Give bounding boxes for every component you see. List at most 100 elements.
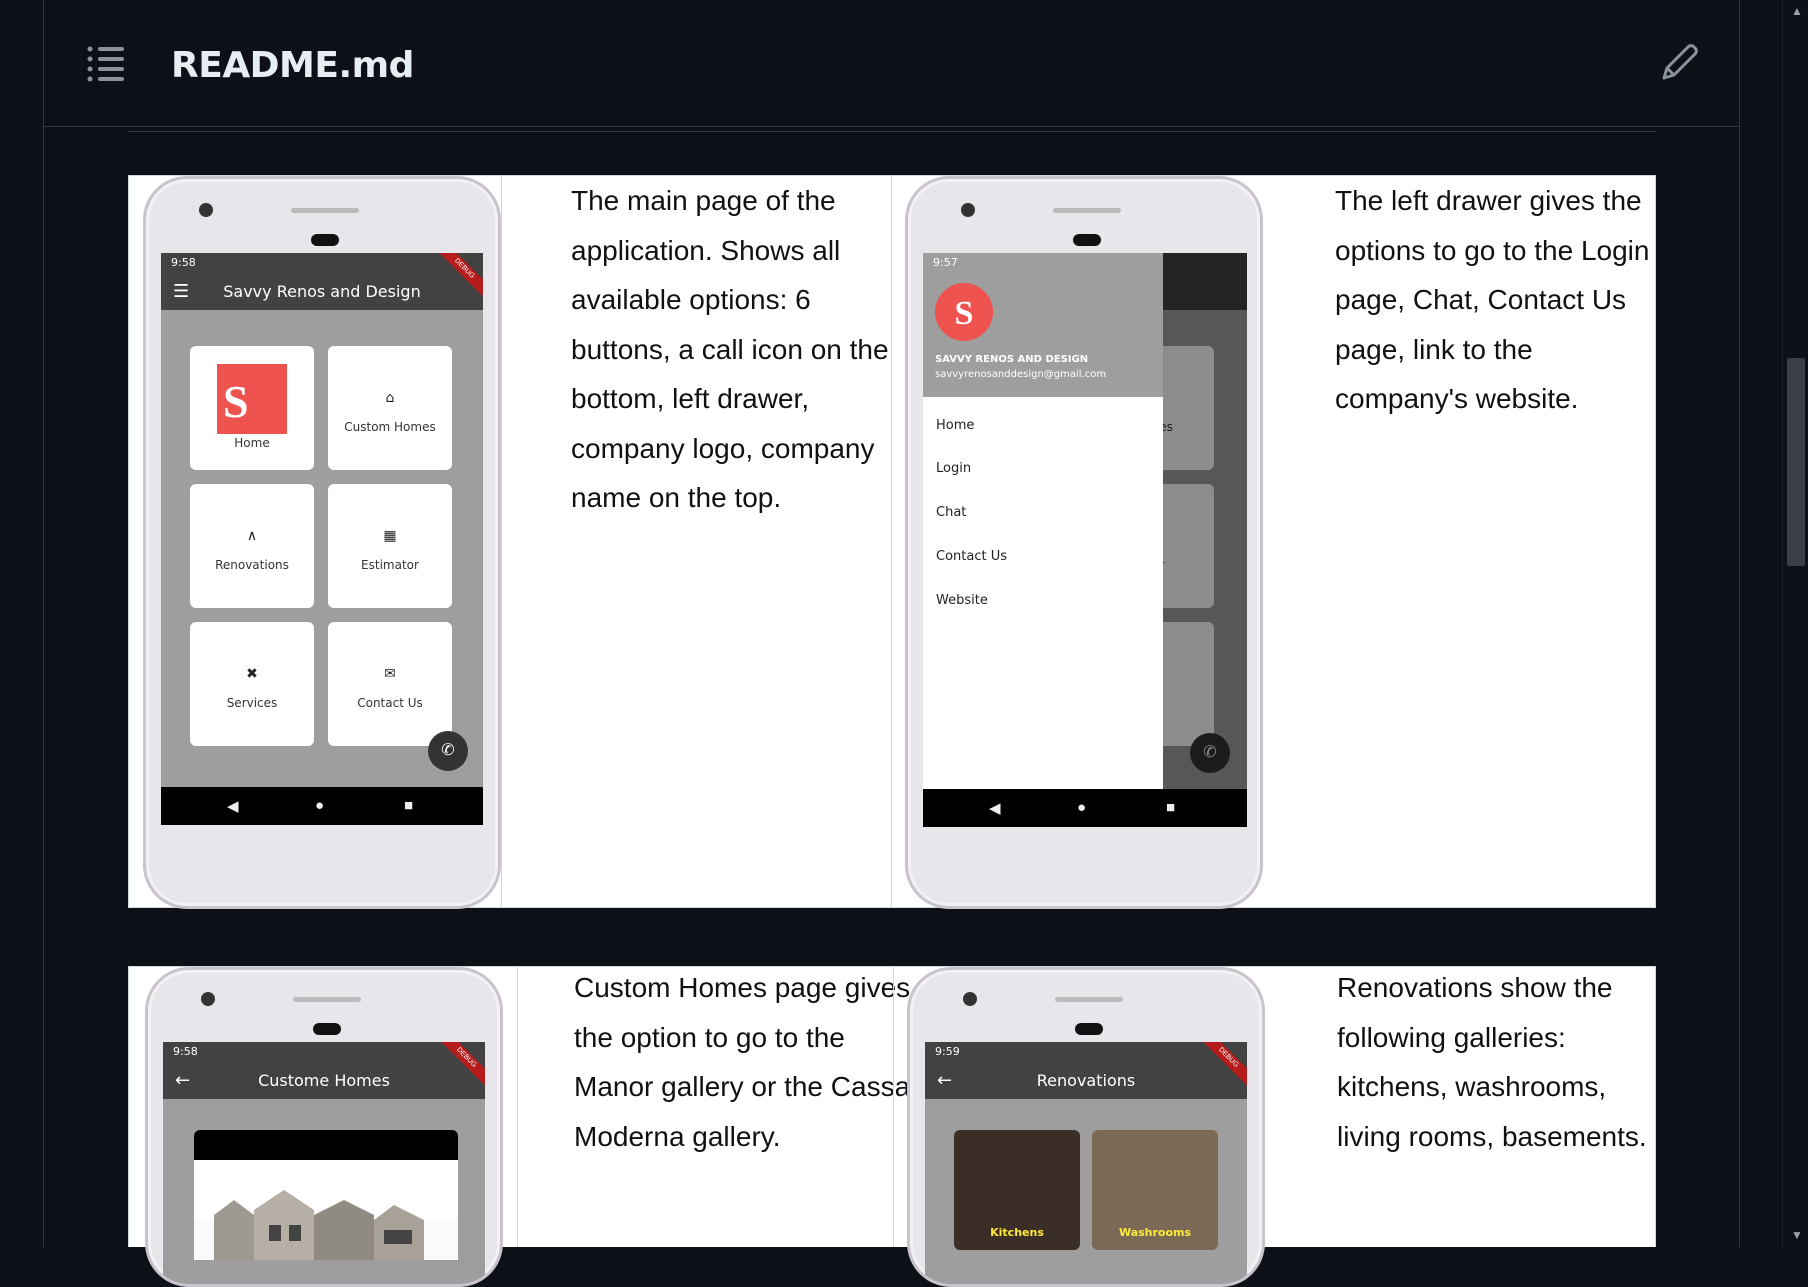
home-icon[interactable]: ● — [315, 797, 324, 814]
gallery-card-kitchens[interactable]: Kitchens — [954, 1130, 1080, 1250]
tile-label: Home — [234, 436, 270, 450]
cell-divider — [891, 176, 892, 907]
edit-file-button[interactable] — [1654, 38, 1704, 88]
status-time: 9:57 — [933, 256, 958, 269]
status-bar: 9:58 — [161, 253, 483, 273]
compass-icon: ∧ — [246, 528, 258, 544]
file-title: README.md — [171, 45, 414, 86]
page-scrollbar[interactable]: ▲ ▼ — [1782, 0, 1808, 1247]
description-drawer: The left drawer gives the options to go … — [1335, 185, 1650, 414]
phone-screen: 9:58 ← Custome Homes DEBUG — [163, 1042, 485, 1284]
pencil-icon — [1662, 44, 1698, 80]
tile-renovations[interactable]: ∧ Renovations — [190, 484, 314, 608]
gallery-label: Washrooms — [1118, 1226, 1192, 1239]
back-arrow-icon[interactable]: ← — [937, 1062, 952, 1099]
speaker — [291, 208, 359, 213]
call-button[interactable]: ✆ — [428, 731, 468, 771]
phone-mockup-renovations: 9:59 ← Renovations DEBUG Kitchens Washro… — [907, 967, 1265, 1287]
speaker — [293, 997, 361, 1002]
company-logo: S — [217, 364, 287, 434]
description-custom-homes: Custom Homes page gives the option to go… — [574, 972, 911, 1152]
house-photo — [194, 1160, 458, 1260]
table-of-contents-button[interactable] — [86, 44, 126, 84]
home-icon[interactable]: ● — [1077, 799, 1086, 816]
back-icon[interactable]: ◀ — [227, 797, 239, 815]
company-logo: S — [935, 283, 993, 341]
menu-icon[interactable]: ☰ — [173, 273, 189, 310]
house-icon: ⌂ — [385, 390, 395, 406]
drawer-email: savvyrenosanddesign@gmail.com — [935, 369, 1107, 380]
cell-divider — [893, 967, 894, 1247]
tile-label: Renovations — [215, 558, 289, 572]
tile-label: Contact Us — [357, 696, 423, 710]
tile-label: Estimator — [361, 558, 419, 572]
tile-label: Custom Homes — [344, 420, 436, 434]
speaker — [1055, 997, 1123, 1002]
house-illustration — [194, 1190, 458, 1260]
camera — [201, 992, 215, 1006]
tile-home[interactable]: S Home — [190, 346, 314, 470]
screenshot-table-row: 9:58 ← Custome Homes DEBUG Custom Homes … — [128, 966, 1656, 1287]
back-icon[interactable]: ◀ — [989, 799, 1001, 817]
camera — [961, 203, 975, 217]
mail-icon: ✉ — [384, 666, 396, 682]
android-nav-bar: ◀ ● ■ — [161, 787, 483, 825]
divider — [128, 131, 1656, 132]
cell-divider — [501, 176, 502, 907]
gallery-card-manor[interactable] — [194, 1130, 458, 1260]
recents-icon[interactable]: ■ — [1166, 799, 1175, 816]
cell-divider — [517, 967, 518, 1247]
status-bar: 9:58 — [163, 1042, 485, 1062]
screenshot-table-row: 9:58 ☰ Savvy Renos and Design DEBUG S Ho… — [128, 175, 1656, 909]
earpiece — [313, 1023, 341, 1035]
phone-mockup-drawer: Homes ator t Us ✆ 9:57 S SAVVY RENOS AND… — [905, 176, 1263, 909]
app-bar: ← Renovations — [925, 1062, 1247, 1099]
phone-screen: 9:58 ☰ Savvy Renos and Design DEBUG S Ho… — [161, 253, 483, 825]
earpiece — [1075, 1023, 1103, 1035]
tile-services[interactable]: ✖ Services — [190, 622, 314, 746]
back-arrow-icon[interactable]: ← — [175, 1062, 190, 1099]
navigation-drawer: 9:57 S SAVVY RENOS AND DESIGN savvyrenos… — [923, 253, 1163, 827]
app-title: Custome Homes — [258, 1071, 390, 1090]
readme-panel: README.md 9:58 ☰ Savvy Renos and Design … — [43, 0, 1740, 1287]
drawer-item-chat[interactable]: Chat — [936, 505, 966, 520]
earpiece — [1073, 234, 1101, 246]
scroll-thumb[interactable] — [1787, 358, 1805, 566]
calculator-icon: ▦ — [383, 528, 397, 544]
drawer-company-name: SAVVY RENOS AND DESIGN — [935, 354, 1089, 365]
drawer-item-contact-us[interactable]: Contact Us — [936, 549, 1007, 564]
scroll-down-icon[interactable]: ▼ — [1791, 1228, 1803, 1242]
phone-icon: ✆ — [441, 742, 455, 759]
drawer-header: 9:57 S SAVVY RENOS AND DESIGN savvyrenos… — [923, 253, 1163, 397]
list-icon — [87, 46, 124, 82]
tools-icon: ✖ — [246, 666, 258, 682]
drawer-item-website[interactable]: Website — [936, 593, 988, 608]
tile-custom-homes[interactable]: ⌂ Custom Homes — [328, 346, 452, 470]
app-title: Savvy Renos and Design — [223, 282, 421, 301]
phone-mockup-main-page: 9:58 ☰ Savvy Renos and Design DEBUG S Ho… — [143, 176, 501, 909]
earpiece — [311, 234, 339, 246]
tile-estimator[interactable]: ▦ Estimator — [328, 484, 452, 608]
gallery-card-washrooms[interactable]: Washrooms — [1092, 1130, 1218, 1250]
gallery-label: Kitchens — [990, 1226, 1044, 1239]
phone-mockup-custom-homes: 9:58 ← Custome Homes DEBUG — [145, 967, 503, 1287]
app-bar: ← Custome Homes — [163, 1062, 485, 1099]
description-main-page: The main page of the application. Shows … — [571, 185, 889, 513]
app-title: Renovations — [1036, 1071, 1136, 1090]
tile-label: Services — [226, 696, 278, 710]
phone-screen: Homes ator t Us ✆ 9:57 S SAVVY RENOS AND… — [923, 253, 1247, 827]
camera — [199, 203, 213, 217]
description-renovations: Renovations show the following galleries… — [1337, 972, 1647, 1152]
status-bar: 9:59 — [925, 1042, 1247, 1062]
drawer-item-home[interactable]: Home — [936, 418, 974, 433]
phone-screen: 9:59 ← Renovations DEBUG Kitchens Washro… — [925, 1042, 1247, 1284]
speaker — [1053, 208, 1121, 213]
camera — [963, 992, 977, 1006]
recents-icon[interactable]: ■ — [404, 797, 413, 814]
readme-header: README.md — [44, 0, 1739, 127]
android-nav-bar: ◀ ● ■ — [923, 789, 1247, 827]
scroll-up-icon[interactable]: ▲ — [1791, 4, 1803, 18]
drawer-item-login[interactable]: Login — [936, 461, 971, 476]
app-bar: ☰ Savvy Renos and Design — [161, 273, 483, 310]
tile-contact-us[interactable]: ✉ Contact Us — [328, 622, 452, 746]
